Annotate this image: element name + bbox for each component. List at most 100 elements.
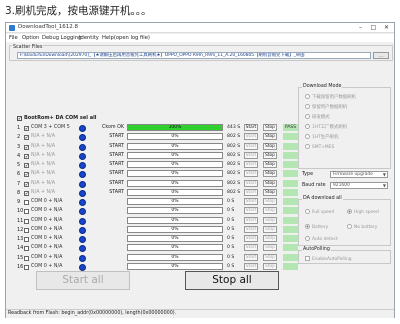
full-speed-option[interactable]: Full speed (305, 209, 334, 215)
title-bar: DownloadTool_1612.8 – □ ✕ (6, 23, 394, 33)
row-stop-button[interactable]: Stop (263, 124, 277, 131)
row-checkbox[interactable] (24, 227, 29, 233)
row-stop-button[interactable]: Stop (263, 142, 277, 150)
com-port-label: COM 3 + COM 5 (31, 125, 70, 130)
mode-option-4[interactable]: 1HT工厂模式刷机 (305, 124, 347, 130)
row-start-button[interactable]: Start (244, 188, 258, 196)
baud-rate-select[interactable]: 921600 ▼ (330, 182, 388, 189)
row-result (283, 161, 298, 168)
row-start-button[interactable]: Start (244, 253, 258, 261)
row-stop-button[interactable]: Stop (263, 198, 277, 205)
maximize-icon[interactable]: □ (368, 23, 379, 32)
row-checkbox[interactable] (24, 255, 29, 261)
port-row: 15 COM 0 + N/A 0% 0 S Start Stop (17, 253, 302, 262)
com-port-label: COM 0 + N/A (31, 254, 63, 260)
menu-file[interactable]: File (9, 35, 18, 41)
row-checkbox[interactable]: ✔ (24, 190, 29, 196)
row-stop-button[interactable]: Stop (263, 179, 277, 187)
auto-detect-option[interactable]: Auto detect (305, 236, 338, 242)
row-result (283, 253, 298, 261)
progress-percent: 0% (171, 199, 179, 204)
row-checkbox[interactable]: ✔ (24, 144, 29, 150)
row-checkbox[interactable] (24, 218, 29, 224)
row-stop-button[interactable]: Stop (263, 244, 277, 252)
row-checkbox[interactable]: ✔ (24, 163, 29, 168)
chevron-down-icon: ▼ (382, 183, 386, 188)
row-checkbox[interactable]: ✔ (24, 172, 29, 178)
start-all-button[interactable]: Start all (36, 271, 130, 290)
row-start-button[interactable]: Start (244, 161, 258, 168)
row-start-button[interactable]: Start (244, 235, 258, 242)
port-row: 12 COM 0 + N/A 0% 0 S Start Stop (17, 225, 302, 234)
row-start-button[interactable]: Start (244, 216, 258, 224)
mode-option-3[interactable]: 研发模式 (305, 114, 330, 120)
row-checkbox[interactable]: ✔ (24, 126, 29, 131)
browse-button[interactable]: ... (373, 52, 389, 59)
row-stop-button[interactable]: Stop (263, 235, 277, 242)
progress-bar: 0% (127, 225, 223, 233)
row-start-button[interactable]: Start (244, 170, 258, 178)
battery-option[interactable]: Battery (305, 224, 328, 230)
row-start-button[interactable]: Start (244, 124, 258, 131)
enable-autopolling-checkbox[interactable]: EnableAutoPolling (305, 256, 352, 262)
row-checkbox[interactable] (24, 200, 29, 205)
minimize-icon[interactable]: – (355, 23, 366, 32)
row-stop-button[interactable]: Stop (263, 170, 277, 178)
menu-help[interactable]: Help(open log file) (102, 35, 150, 41)
row-start-button[interactable]: Start (244, 225, 258, 233)
row-number: 6 (17, 171, 21, 178)
port-row: 4 ✔ N/A + N/A START 0% 802 S Start Stop (17, 151, 302, 160)
com-port-label: COM 0 + N/A (31, 217, 63, 223)
port-row: 13 COM 0 + N/A 0% 0 S Start Stop (17, 235, 302, 243)
high-speed-option[interactable]: High speed (347, 209, 379, 215)
row-checkbox[interactable] (24, 209, 29, 215)
row-start-button[interactable]: Start (244, 244, 258, 252)
type-label: Type (302, 172, 314, 177)
bootrom-select-all[interactable]: ✔ BootRom+ DA COM sel all (17, 115, 97, 121)
row-stop-button[interactable]: Stop (263, 253, 277, 261)
com-port-label: N/A + N/A (31, 162, 56, 167)
type-select[interactable]: Firmware upgrade ▼ (330, 171, 388, 178)
row-checkbox[interactable] (24, 237, 29, 242)
row-stop-button[interactable]: Stop (263, 207, 277, 215)
row-start-button[interactable]: Start (244, 207, 258, 215)
com-port-label: N/A + N/A (31, 189, 56, 195)
com-status-dot-icon (79, 254, 86, 262)
row-checkbox[interactable]: ✔ (24, 135, 29, 141)
row-start-button[interactable]: Start (244, 151, 258, 159)
row-stop-button[interactable]: Stop (263, 225, 277, 233)
progress-percent: 0% (171, 180, 179, 186)
no-battery-option[interactable]: No battery (347, 224, 377, 230)
row-start-button[interactable]: Start (244, 133, 258, 141)
row-checkbox[interactable] (24, 246, 29, 252)
row-checkbox[interactable] (24, 264, 29, 270)
com-port-label: COM 0 + N/A (31, 236, 63, 241)
menu-debug-logging[interactable]: Debug Logging (42, 35, 81, 41)
app-icon (9, 25, 15, 31)
mode-option-5[interactable]: 1HT生产刷机 (305, 134, 338, 140)
com-status-dot-icon (79, 199, 86, 206)
row-checkbox[interactable]: ✔ (24, 181, 29, 187)
progress-bar: 0% (127, 142, 223, 150)
row-stop-button[interactable]: Stop (263, 161, 277, 168)
row-stop-button[interactable]: Stop (263, 262, 277, 270)
row-start-button[interactable]: Start (244, 142, 258, 150)
row-stop-button[interactable]: Stop (263, 188, 277, 196)
close-icon[interactable]: ✕ (381, 23, 392, 32)
row-stop-button[interactable]: Stop (263, 133, 277, 141)
bootrom-checkbox[interactable]: ✔ (17, 116, 22, 121)
row-start-button[interactable]: Start (244, 262, 258, 270)
row-start-button[interactable]: Start (244, 179, 258, 187)
scatter-path-field[interactable]: F:\BaiduYunDownload\[202970]_【★请解压后再用音帽兑… (17, 52, 371, 59)
window-title: DownloadTool_1612.8 (18, 24, 79, 30)
mode-option-1[interactable]: 下载保留用户数据刷机 (305, 94, 356, 100)
menu-identity[interactable]: Identity (79, 35, 99, 41)
row-stop-button[interactable]: Stop (263, 216, 277, 224)
mode-option-6[interactable]: SMT+MES (305, 144, 334, 150)
menu-option[interactable]: Option (22, 35, 39, 41)
row-start-button[interactable]: Start (244, 198, 258, 205)
mode-option-2[interactable]: 保留用户数据刷机 (305, 104, 347, 110)
stop-all-button[interactable]: Stop all (185, 271, 279, 290)
row-checkbox[interactable]: ✔ (24, 153, 29, 159)
row-stop-button[interactable]: Stop (263, 151, 277, 159)
